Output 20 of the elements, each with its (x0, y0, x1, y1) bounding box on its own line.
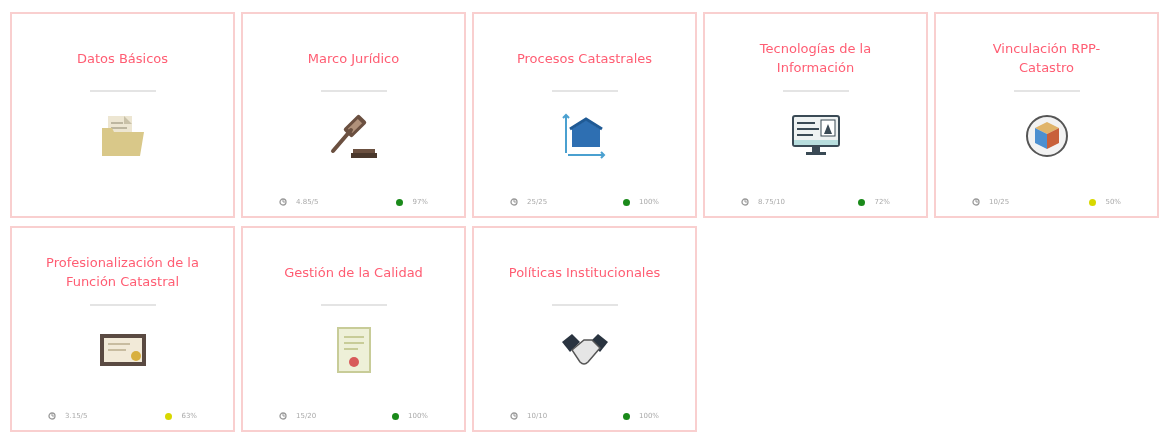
clock-icon (741, 198, 749, 206)
certificate-icon (335, 326, 372, 374)
card-title: Vinculación RPP-Catastro (991, 40, 1102, 77)
clock-icon (48, 412, 56, 420)
clock-icon (510, 412, 518, 420)
card-title: Marco Jurídico (307, 49, 400, 68)
clock-icon (510, 198, 518, 206)
category-card[interactable]: Datos Básicos (10, 12, 235, 218)
folder-icon (99, 114, 146, 158)
card-title: Profesionalización de la Función Catastral (46, 254, 199, 291)
clock-icon (279, 198, 287, 206)
card-title: Gestión de la Calidad (284, 263, 423, 282)
card-title: Datos Básicos (76, 49, 169, 68)
clock-icon (279, 412, 287, 420)
house-blueprint-icon (561, 113, 608, 159)
clock-icon (972, 198, 980, 206)
card-title: Tecnologías de la Información (758, 40, 873, 77)
card-title: Políticas Institucionales (508, 263, 661, 282)
card-title: Procesos Catastrales (516, 49, 653, 68)
monitor-icon (790, 114, 841, 158)
